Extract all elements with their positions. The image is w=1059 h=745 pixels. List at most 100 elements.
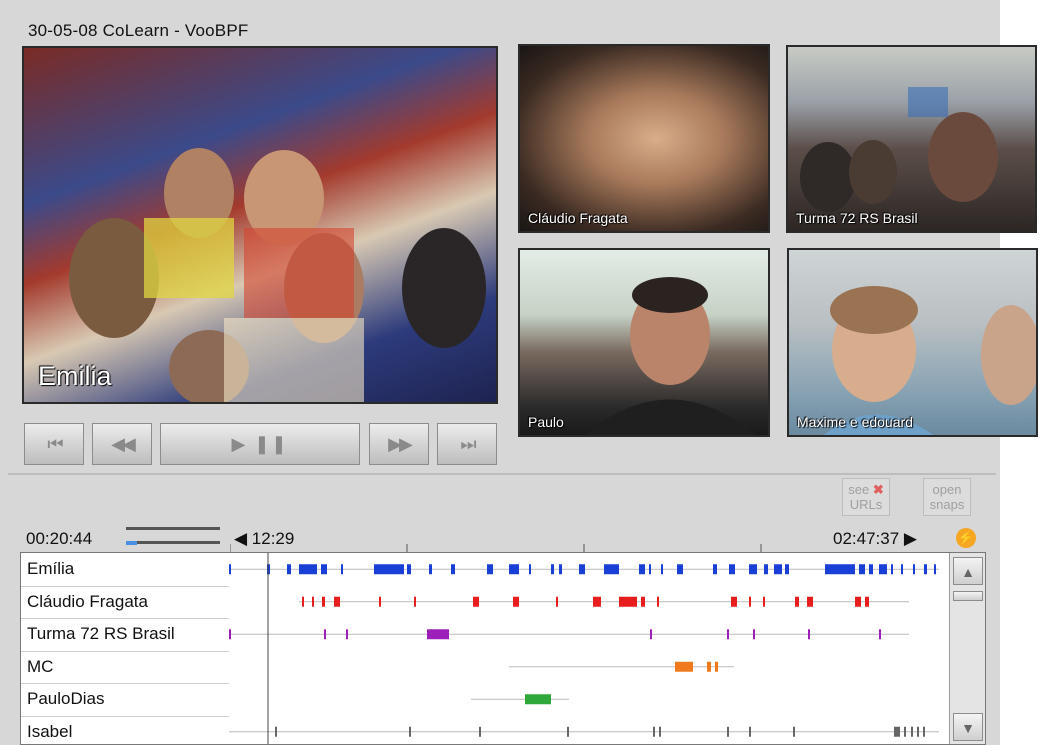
activity-segment: [729, 564, 735, 575]
activity-segment: [675, 661, 693, 672]
activity-segment: [749, 726, 751, 737]
video-label-main: Emilia: [38, 361, 112, 391]
activity-segment: [556, 596, 558, 607]
activity-segment: [322, 596, 325, 607]
activity-segment: [934, 564, 936, 575]
play-pause-button[interactable]: ▶ ❚❚: [160, 423, 360, 465]
activity-segment: [604, 564, 619, 575]
activity-segment: [321, 564, 327, 575]
activity-segment: [923, 726, 925, 737]
section-divider: [8, 473, 996, 475]
activity-segment: [855, 596, 861, 607]
skip-to-start-button[interactable]: ⏮: [24, 423, 84, 465]
activity-segment: [650, 629, 652, 640]
activity-segment: [641, 596, 645, 607]
activity-segment: [479, 726, 481, 737]
participant-name[interactable]: Cláudio Fragata: [27, 586, 148, 618]
participant-name[interactable]: Turma 72 RS Brasil: [27, 618, 175, 650]
activity-segment: [525, 694, 551, 705]
activity-segment: [451, 564, 455, 575]
activity-segment: [567, 726, 569, 737]
activity-segment: [653, 726, 655, 737]
video-tile-paulo[interactable]: Paulo: [518, 248, 770, 437]
activity-segment: [715, 661, 718, 672]
participant-name[interactable]: Emília: [27, 553, 74, 585]
classroom-scene: [69, 148, 486, 402]
activity-segment: [299, 564, 317, 575]
scroll-up-button[interactable]: ▲: [953, 557, 983, 585]
activity-segment: [917, 726, 919, 737]
activity-segment: [334, 596, 340, 607]
see-urls-line2: URLs: [849, 497, 883, 512]
activity-segment: [859, 564, 865, 575]
activity-segment: [901, 564, 903, 575]
rewind-button[interactable]: ◀◀: [92, 423, 152, 465]
activity-tracks[interactable]: [229, 553, 949, 745]
activity-segment: [341, 564, 343, 575]
activity-segment: [559, 564, 562, 575]
skip-to-end-button[interactable]: ⏭: [437, 423, 497, 465]
activity-segment: [879, 629, 881, 640]
activity-segment: [659, 726, 661, 737]
open-snaps-line2: snaps: [929, 497, 965, 512]
activity-segment: [407, 564, 411, 575]
activity-segment: [825, 564, 855, 575]
activity-segment: [302, 596, 304, 607]
activity-segment: [593, 596, 601, 607]
activity-segment: [649, 564, 651, 575]
participant-name[interactable]: MC: [27, 651, 53, 683]
video-tile-turma[interactable]: Turma 72 RS Brasil: [786, 45, 1037, 233]
progress-slider[interactable]: [126, 525, 220, 547]
video-tile-claudio[interactable]: Cláudio Fragata: [518, 44, 770, 233]
activity-segment: [749, 564, 757, 575]
activity-segment: [793, 726, 795, 737]
participant-name[interactable]: PauloDias: [27, 683, 105, 715]
activity-segment: [657, 596, 659, 607]
video-label-paulo: Paulo: [528, 414, 564, 430]
activity-segment: [229, 629, 231, 640]
activity-segment: [869, 564, 873, 575]
see-urls-line1: see: [848, 482, 870, 497]
activity-segment: [409, 726, 411, 737]
activity-segment: [324, 629, 326, 640]
activity-segment: [911, 726, 913, 737]
participant-timeline[interactable]: Emília Cláudio Fragata Turma 72 RS Brasil M…: [20, 552, 986, 745]
activity-segment: [727, 629, 729, 640]
activity-segment: [713, 564, 717, 575]
scroll-thumb[interactable]: [953, 591, 983, 601]
activity-segment: [579, 564, 585, 575]
close-icon: ✖: [872, 482, 884, 497]
see-urls-button[interactable]: see ✖ URLs: [842, 478, 890, 516]
scroll-down-button[interactable]: ▼: [953, 713, 983, 741]
activity-segment: [473, 596, 479, 607]
activity-segment: [763, 596, 765, 607]
video-tile-maxime[interactable]: Maxime e edouard: [787, 248, 1038, 437]
activity-segment: [894, 726, 900, 737]
lightning-icon[interactable]: ⚡: [956, 528, 976, 548]
activity-segment: [727, 726, 729, 737]
activity-segment: [795, 596, 799, 607]
activity-segment: [427, 629, 449, 640]
participant-name[interactable]: Isabel: [27, 716, 72, 745]
activity-segment: [749, 596, 751, 607]
activity-segment: [287, 564, 291, 575]
main-video[interactable]: Emilia: [22, 46, 498, 404]
fast-forward-button[interactable]: ▶▶: [369, 423, 429, 465]
activity-segment: [275, 726, 277, 737]
activity-segment: [374, 564, 404, 575]
activity-segment: [429, 564, 432, 575]
activity-segment: [904, 726, 906, 737]
activity-segment: [229, 564, 231, 575]
video-label-maxime: Maxime e edouard: [797, 414, 913, 430]
open-snaps-button[interactable]: open snaps: [923, 478, 971, 516]
timeline-scrollbar[interactable]: ▲ ▼: [949, 553, 985, 744]
activity-segment: [753, 629, 755, 640]
activity-segment: [414, 596, 416, 607]
turma-scene: [800, 87, 998, 212]
activity-segment: [865, 596, 869, 607]
activity-segment: [785, 564, 789, 575]
paulo-scene: [584, 277, 756, 435]
activity-segment: [807, 596, 813, 607]
activity-segment: [764, 564, 768, 575]
activity-segment: [808, 629, 810, 640]
